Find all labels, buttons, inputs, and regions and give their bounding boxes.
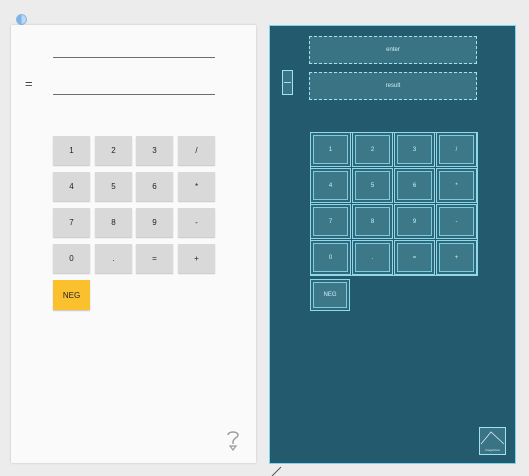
- resize-handle-icon[interactable]: [270, 466, 282, 476]
- blueprint-key-9[interactable]: 9: [394, 204, 435, 239]
- equals-label: =: [25, 76, 33, 91]
- blueprint-result-field[interactable]: result: [309, 72, 477, 100]
- blueprint-key-2[interactable]: 2: [352, 132, 393, 167]
- key-equals[interactable]: =: [136, 244, 173, 273]
- question-mark-icon[interactable]: [225, 429, 241, 451]
- blueprint-imageview[interactable]: ImageView: [479, 427, 506, 455]
- blueprint-key-4[interactable]: 4: [310, 168, 351, 203]
- blueprint-key-0[interactable]: 0: [310, 240, 351, 275]
- blueprint-key-5[interactable]: 5: [352, 168, 393, 203]
- blueprint-side-widget[interactable]: [282, 70, 293, 95]
- imageview-label: ImageView: [485, 448, 500, 452]
- key-9[interactable]: 9: [136, 208, 173, 237]
- blueprint-key-1[interactable]: 1: [310, 132, 351, 167]
- key-divide[interactable]: /: [178, 136, 215, 165]
- blueprint-key-8[interactable]: 8: [352, 204, 393, 239]
- key-0[interactable]: 0: [53, 244, 90, 273]
- key-minus[interactable]: -: [178, 208, 215, 237]
- blueprint-key-divide[interactable]: /: [436, 132, 477, 167]
- design-preview: = 1 2 3 / 4 5 6 * 7 8 9 - 0 . = + NEG: [11, 25, 256, 463]
- blueprint-neg-button[interactable]: NEG: [310, 279, 350, 311]
- key-plus[interactable]: +: [178, 244, 215, 273]
- blueprint-key-7[interactable]: 7: [310, 204, 351, 239]
- enter-field[interactable]: [53, 57, 215, 58]
- key-4[interactable]: 4: [53, 172, 90, 201]
- blueprint-enter-field[interactable]: enter: [309, 36, 477, 64]
- key-5[interactable]: 5: [95, 172, 132, 201]
- result-field[interactable]: [53, 94, 215, 95]
- key-2[interactable]: 2: [95, 136, 132, 165]
- blueprint-key-multiply[interactable]: *: [436, 168, 477, 203]
- key-8[interactable]: 8: [95, 208, 132, 237]
- blueprint-view: enter result 1 2 3 / 4 5 6 * 7 8 9 - 0 .…: [269, 25, 516, 464]
- key-6[interactable]: 6: [136, 172, 173, 201]
- status-indicator-icon: [16, 14, 27, 25]
- key-7[interactable]: 7: [53, 208, 90, 237]
- key-dot[interactable]: .: [95, 244, 132, 273]
- blueprint-key-minus[interactable]: -: [436, 204, 477, 239]
- key-1[interactable]: 1: [53, 136, 90, 165]
- neg-button[interactable]: NEG: [53, 280, 90, 310]
- key-3[interactable]: 3: [136, 136, 173, 165]
- blueprint-key-equals[interactable]: =: [394, 240, 435, 275]
- blueprint-key-6[interactable]: 6: [394, 168, 435, 203]
- blueprint-key-dot[interactable]: .: [352, 240, 393, 275]
- blueprint-key-plus[interactable]: +: [436, 240, 477, 275]
- key-multiply[interactable]: *: [178, 172, 215, 201]
- blueprint-key-3[interactable]: 3: [394, 132, 435, 167]
